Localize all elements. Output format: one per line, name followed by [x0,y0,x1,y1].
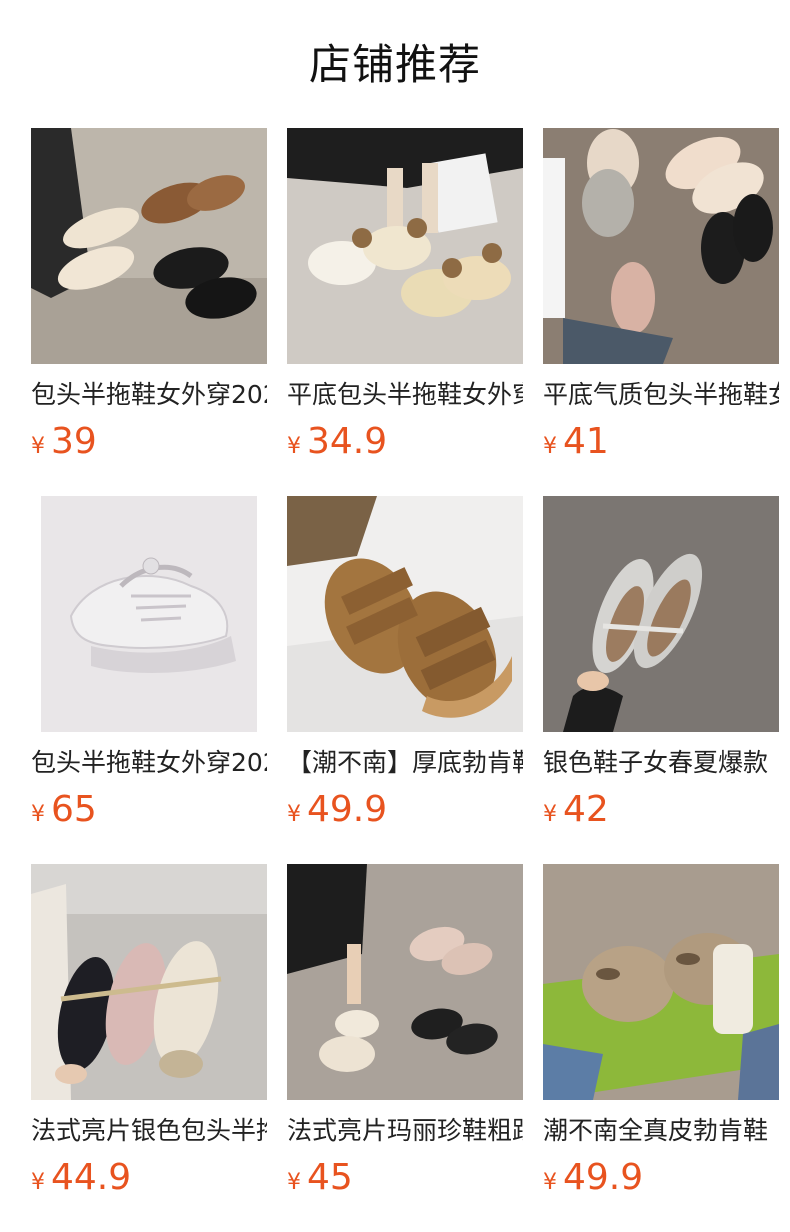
price-value: 42 [563,789,609,830]
product-price: ¥49.9 [543,1156,779,1200]
product-photo [31,496,267,732]
currency-symbol: ¥ [543,802,557,827]
product-price: ¥45 [287,1156,523,1200]
product-name[interactable]: 银色鞋子女春夏爆款 [543,746,779,780]
product-card[interactable]: 【潮不南】厚底勃肯鞋 ¥49.9 [287,496,523,832]
product-photo [287,496,523,732]
price-value: 49.9 [563,1157,644,1198]
price-value: 34.9 [307,421,388,462]
product-image[interactable] [543,128,779,364]
product-name[interactable]: 包头半拖鞋女外穿2024 [31,378,267,412]
price-value: 39 [51,421,97,462]
price-value: 41 [563,421,609,462]
product-name[interactable]: 平底气质包头半拖鞋女 [543,378,779,412]
product-name[interactable]: 潮不南全真皮勃肯鞋 [543,1114,779,1148]
product-image[interactable] [543,864,779,1100]
product-price: ¥41 [543,420,779,464]
product-name[interactable]: 法式亮片玛丽珍鞋粗跟 [287,1114,523,1148]
price-value: 45 [307,1157,353,1198]
product-image[interactable] [287,128,523,364]
currency-symbol: ¥ [287,434,301,459]
product-image[interactable] [543,496,779,732]
product-photo [543,864,779,1100]
product-card[interactable]: 包头半拖鞋女外穿2024 ¥39 [31,128,267,464]
product-card[interactable]: 潮不南全真皮勃肯鞋 ¥49.9 [543,864,779,1200]
product-name[interactable]: 包头半拖鞋女外穿2024 [31,746,267,780]
product-photo [543,128,779,364]
currency-symbol: ¥ [31,1170,45,1195]
recommendation-page: 店铺推荐 包头半拖鞋女外穿2024 ¥39 [0,0,790,1232]
currency-symbol: ¥ [543,434,557,459]
product-photo [31,128,267,364]
product-card[interactable]: 平底气质包头半拖鞋女 ¥41 [543,128,779,464]
product-price: ¥39 [31,420,267,464]
product-card[interactable]: 法式亮片银色包头半拖 ¥44.9 [31,864,267,1200]
product-card[interactable]: 银色鞋子女春夏爆款 ¥42 [543,496,779,832]
product-price: ¥42 [543,788,779,832]
product-image[interactable] [31,496,267,732]
currency-symbol: ¥ [31,802,45,827]
price-value: 49.9 [307,789,388,830]
product-image[interactable] [31,128,267,364]
product-photo [31,864,267,1100]
currency-symbol: ¥ [31,434,45,459]
currency-symbol: ¥ [287,802,301,827]
product-price: ¥34.9 [287,420,523,464]
product-grid: 包头半拖鞋女外穿2024 ¥39 [31,128,779,1200]
product-card[interactable]: 包头半拖鞋女外穿2024 ¥65 [31,496,267,832]
product-image[interactable] [31,864,267,1100]
currency-symbol: ¥ [543,1170,557,1195]
product-name[interactable]: 法式亮片银色包头半拖 [31,1114,267,1148]
product-photo [287,128,523,364]
page-title: 店铺推荐 [308,40,481,89]
currency-symbol: ¥ [287,1170,301,1195]
product-name[interactable]: 平底包头半拖鞋女外穿 [287,378,523,412]
product-card[interactable]: 平底包头半拖鞋女外穿 ¥34.9 [287,128,523,464]
product-image[interactable] [287,864,523,1100]
product-photo [543,496,779,732]
price-value: 44.9 [51,1157,132,1198]
product-price: ¥49.9 [287,788,523,832]
product-name[interactable]: 【潮不南】厚底勃肯鞋 [287,746,523,780]
product-image[interactable] [287,496,523,732]
product-price: ¥44.9 [31,1156,267,1200]
product-price: ¥65 [31,788,267,832]
product-card[interactable]: 法式亮片玛丽珍鞋粗跟 ¥45 [287,864,523,1200]
price-value: 65 [51,789,97,830]
product-photo [287,864,523,1100]
